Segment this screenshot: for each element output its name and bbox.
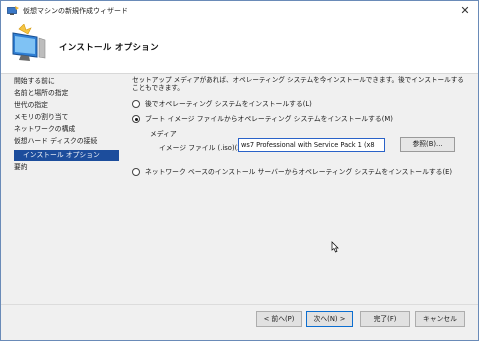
iso-file-label: イメージ ファイル (.iso)(X): [159, 144, 247, 152]
option-install-later-label: 後でオペレーティング システムをインストールする(L) [145, 100, 312, 108]
page-title: インストール オプション [59, 43, 159, 53]
wizard-window: 仮想マシンの新規作成ウィザード ✕ インストール オプション 開始する前に 名前… [0, 0, 479, 341]
window-title: 仮想マシンの新規作成ウィザード [23, 7, 128, 15]
nav-step-before-you-begin[interactable]: 開始する前に [14, 76, 55, 87]
nav-step-generation[interactable]: 世代の指定 [14, 100, 48, 111]
page-description: セットアップ メディアがあれば、オペレーティング システムを今インストールできま… [132, 76, 464, 92]
radio-install-from-network[interactable] [132, 168, 140, 176]
installation-options-panel: セットアップ メディアがあれば、オペレーティング システムを今インストールできま… [132, 74, 470, 304]
option-install-from-network-label: ネットワーク ベースのインストール サーバーからオペレーティング システムをイン… [145, 168, 453, 176]
next-button[interactable]: 次へ(N) > [306, 311, 353, 327]
nav-step-summary[interactable]: 要約 [14, 162, 28, 173]
cancel-button[interactable]: キャンセル [415, 311, 465, 327]
wizard-footer: < 前へ(P) 次へ(N) > 完了(F) キャンセル [1, 305, 478, 340]
finish-button[interactable]: 完了(F) [360, 311, 410, 327]
wizard-steps-nav: 開始する前に 名前と場所の指定 世代の指定 メモリの割り当て ネットワークの構成… [1, 74, 121, 304]
browse-button[interactable]: 参照(B)... [400, 137, 455, 152]
title-bar: 仮想マシンの新規作成ウィザード ✕ [1, 1, 478, 21]
mouse-pointer-icon [331, 241, 339, 253]
radio-install-later[interactable] [132, 100, 140, 108]
nav-step-installation-options[interactable]: インストール オプション [14, 150, 119, 161]
radio-install-from-image[interactable] [132, 115, 140, 123]
media-group-label: メディア [150, 130, 177, 138]
monitor-install-icon [12, 24, 46, 61]
wizard-header: インストール オプション [1, 21, 478, 74]
close-button[interactable]: ✕ [458, 4, 472, 18]
wizard-body: 開始する前に 名前と場所の指定 世代の指定 メモリの割り当て ネットワークの構成… [1, 74, 478, 340]
back-button[interactable]: < 前へ(P) [256, 311, 302, 327]
nav-step-name-location[interactable]: 名前と場所の指定 [14, 88, 68, 99]
nav-step-virtual-disk[interactable]: 仮想ハード ディスクの接続 [14, 136, 97, 147]
hyperv-wizard-icon [7, 6, 19, 15]
iso-file-input[interactable]: ws7 Professional with Service Pack 1 (x8 [238, 138, 385, 152]
nav-step-memory[interactable]: メモリの割り当て [14, 112, 68, 123]
nav-step-networking[interactable]: ネットワークの構成 [14, 124, 75, 135]
option-install-from-image-label: ブート イメージ ファイルからオペレーティング システムをインストールする(M) [145, 115, 393, 123]
